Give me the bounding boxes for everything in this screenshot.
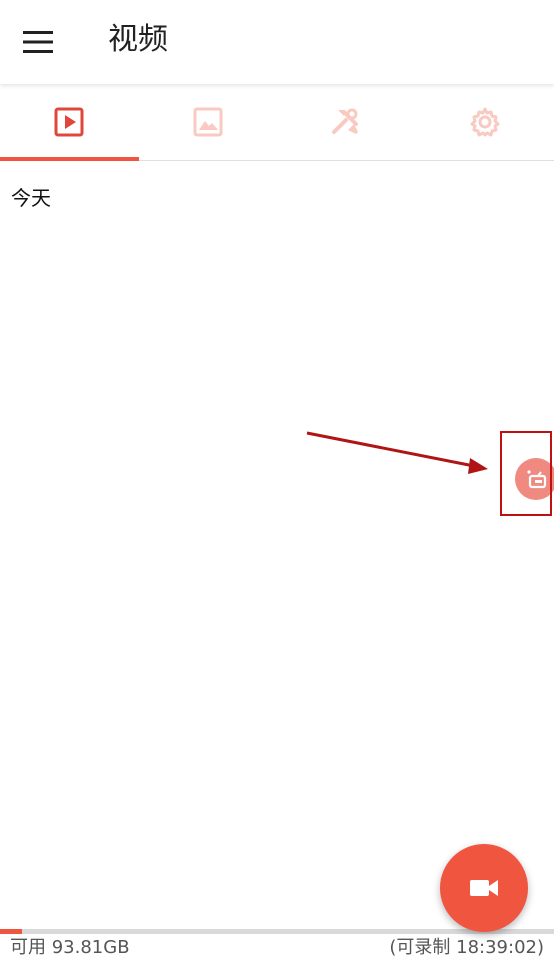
annotation-highlight-box <box>500 431 552 516</box>
menu-button[interactable] <box>14 18 62 66</box>
video-camera-icon <box>470 880 498 896</box>
page-title: 视频 <box>108 22 168 57</box>
tab-tools[interactable] <box>277 84 416 160</box>
storage-footer: 可用 93.81GB (可录制 18:39:02) <box>0 935 554 957</box>
play-video-icon <box>54 107 84 137</box>
tab-images[interactable] <box>139 84 278 160</box>
image-icon <box>193 107 223 137</box>
tab-bar <box>0 84 554 161</box>
app-root: 视频 今天 可用 93.81GB (可录制 18:39:02) <box>0 0 554 957</box>
record-time-label: (可录制 18:39:02) <box>389 937 544 957</box>
tools-icon <box>332 108 359 134</box>
tab-settings[interactable] <box>416 84 554 160</box>
storage-usage-fill <box>0 929 23 934</box>
tab-videos[interactable] <box>0 84 139 161</box>
hamburger-menu-icon <box>23 31 53 53</box>
app-bar: 视频 <box>0 0 554 84</box>
gear-icon <box>470 107 500 137</box>
storage-available-label: 可用 93.81GB <box>10 937 130 957</box>
section-header-today: 今天 <box>11 186 51 210</box>
record-video-button[interactable] <box>440 844 528 932</box>
